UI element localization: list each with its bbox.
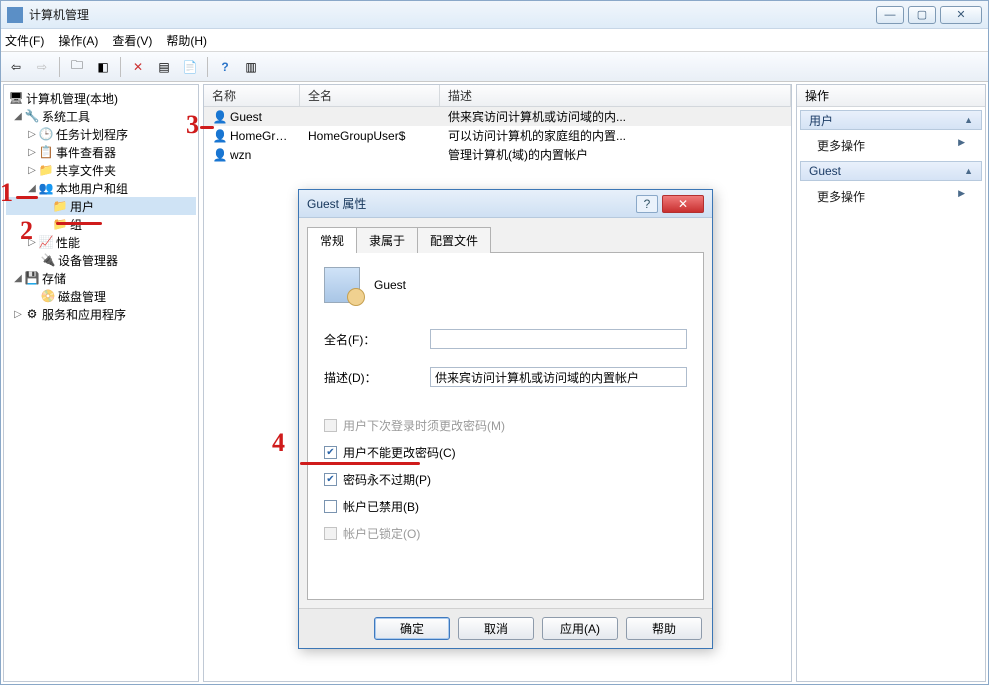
dialog-titlebar: Guest 属性 ? ✕: [299, 190, 712, 218]
tab-general[interactable]: 常规: [307, 227, 357, 253]
col-fullname[interactable]: 全名: [300, 85, 440, 106]
user-icon: 👤: [212, 148, 228, 162]
chevron-right-icon: ▶: [958, 188, 965, 205]
help-button[interactable]: 帮助: [626, 617, 702, 640]
checkbox-icon: ✔: [324, 473, 337, 486]
checkbox-disabled[interactable]: 帐户已禁用(B): [324, 498, 687, 515]
action-section-guest[interactable]: Guest▲: [800, 161, 982, 181]
forward-button[interactable]: ⇨: [31, 56, 53, 78]
window-title: 计算机管理: [29, 6, 876, 23]
col-desc[interactable]: 描述: [440, 85, 791, 106]
checkbox-icon: [324, 419, 337, 432]
list-item[interactable]: 👤HomeGrou... HomeGroupUser$ 可以访问计算机的家庭组的…: [204, 126, 791, 145]
tree-root[interactable]: 🖥计算机管理(本地): [6, 89, 196, 107]
properties-button[interactable]: ▤: [153, 56, 175, 78]
dialog-help-button[interactable]: ?: [636, 195, 658, 213]
list-item[interactable]: 👤wzn 管理计算机(域)的内置帐户: [204, 145, 791, 164]
titlebar: 计算机管理 — ▢ ✕: [1, 1, 988, 29]
collapse-icon: ▲: [964, 166, 973, 176]
dialog-title: Guest 属性: [307, 195, 636, 212]
minimize-button[interactable]: —: [876, 6, 904, 24]
refresh-button[interactable]: 📄: [179, 56, 201, 78]
desc-label: 描述(D)：: [324, 369, 424, 386]
tree-event-viewer[interactable]: ▷📋事件查看器: [6, 143, 196, 161]
checkbox-icon: [324, 500, 337, 513]
checkbox-must-change: 用户下次登录时须更改密码(M): [324, 417, 687, 434]
delete-button[interactable]: ✕: [127, 56, 149, 78]
tree-local-users[interactable]: ◢👥本地用户和组: [6, 179, 196, 197]
tree-device-manager[interactable]: 🔌设备管理器: [6, 251, 196, 269]
fullname-label: 全名(F)：: [324, 331, 424, 348]
checkbox-cannot-change[interactable]: ✔用户不能更改密码(C): [324, 444, 687, 461]
menubar: 文件(F) 操作(A) 查看(V) 帮助(H): [1, 29, 988, 52]
back-button[interactable]: ⇦: [5, 56, 27, 78]
col-name[interactable]: 名称: [204, 85, 300, 106]
checkbox-icon: ✔: [324, 446, 337, 459]
export-button[interactable]: ▥: [240, 56, 262, 78]
username-display: Guest: [374, 278, 406, 292]
ok-button[interactable]: 确定: [374, 617, 450, 640]
action-section-users[interactable]: 用户▲: [800, 110, 982, 130]
menu-file[interactable]: 文件(F): [5, 32, 44, 49]
app-icon: [7, 7, 23, 23]
tabstrip: 常规 隶属于 配置文件: [299, 218, 712, 252]
close-button[interactable]: ✕: [940, 6, 982, 24]
list-item[interactable]: 👤Guest 供来宾访问计算机或访问域的内...: [204, 107, 791, 126]
tab-member[interactable]: 隶属于: [356, 227, 418, 253]
tree-services-apps[interactable]: ▷⚙服务和应用程序: [6, 305, 196, 323]
help-button[interactable]: ?: [214, 56, 236, 78]
checkbox-never-expire[interactable]: ✔密码永不过期(P): [324, 471, 687, 488]
dialog-close-button[interactable]: ✕: [662, 195, 704, 213]
up-button[interactable]: 🗀: [66, 56, 88, 78]
tree-disk-mgmt[interactable]: 📀磁盘管理: [6, 287, 196, 305]
tab-page-general: Guest 全名(F)： 描述(D)： 用户下次登录时须更改密码(M) ✔用户不…: [307, 252, 704, 600]
tree-shared-folders[interactable]: ▷📁共享文件夹: [6, 161, 196, 179]
user-list: 👤Guest 供来宾访问计算机或访问域的内... 👤HomeGrou... Ho…: [204, 107, 791, 164]
tree-performance[interactable]: ▷📈性能: [6, 233, 196, 251]
show-hide-button[interactable]: ◧: [92, 56, 114, 78]
properties-dialog: Guest 属性 ? ✕ 常规 隶属于 配置文件 Guest 全名(F)： 描述…: [298, 189, 713, 649]
toolbar: ⇦ ⇨ 🗀 ◧ ✕ ▤ 📄 ? ▥: [1, 52, 988, 82]
chevron-right-icon: ▶: [958, 137, 965, 154]
user-icon: 👤: [212, 110, 228, 124]
tree-users[interactable]: 📁用户: [6, 197, 196, 215]
apply-button[interactable]: 应用(A): [542, 617, 618, 640]
collapse-icon: ▲: [964, 115, 973, 125]
action-more-2[interactable]: 更多操作▶: [797, 184, 985, 209]
dialog-buttons: 确定 取消 应用(A) 帮助: [299, 608, 712, 648]
checkbox-locked: 帐户已锁定(O): [324, 525, 687, 542]
tab-profile[interactable]: 配置文件: [417, 227, 491, 253]
nav-tree: 🖥计算机管理(本地) ◢🔧系统工具 ▷🕒任务计划程序 ▷📋事件查看器 ▷📁共享文…: [3, 84, 199, 682]
action-more-1[interactable]: 更多操作▶: [797, 133, 985, 158]
tree-system-tools[interactable]: ◢🔧系统工具: [6, 107, 196, 125]
tree-groups[interactable]: 📁组: [6, 215, 196, 233]
checkbox-icon: [324, 527, 337, 540]
tree-storage[interactable]: ◢💾存储: [6, 269, 196, 287]
menu-view[interactable]: 查看(V): [112, 32, 152, 49]
user-icon: 👤: [212, 129, 228, 143]
actions-header: 操作: [797, 85, 985, 107]
desc-input[interactable]: [430, 367, 687, 387]
actions-panel: 操作 用户▲ 更多操作▶ Guest▲ 更多操作▶: [796, 84, 986, 682]
user-large-icon: [324, 267, 360, 303]
menu-action[interactable]: 操作(A): [58, 32, 98, 49]
maximize-button[interactable]: ▢: [908, 6, 936, 24]
fullname-input[interactable]: [430, 329, 687, 349]
column-headers: 名称 全名 描述: [204, 85, 791, 107]
tree-task-scheduler[interactable]: ▷🕒任务计划程序: [6, 125, 196, 143]
cancel-button[interactable]: 取消: [458, 617, 534, 640]
menu-help[interactable]: 帮助(H): [166, 32, 207, 49]
